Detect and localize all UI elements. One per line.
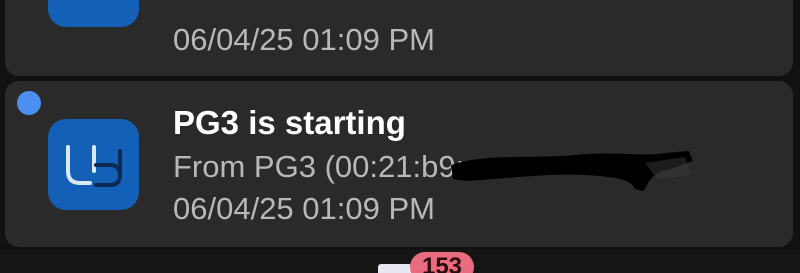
redaction-scribble <box>451 151 693 191</box>
notification-from-text: From PG3 (00:21:b9: <box>173 149 465 184</box>
ud-logo-icon <box>66 145 123 187</box>
ud-app-icon <box>48 119 139 210</box>
notification-title: PG3 is starting <box>173 104 406 141</box>
notification-screen: 06/04/25 01:09 PM PG3 is starting From P… <box>0 0 800 273</box>
unread-dot-icon <box>17 91 41 115</box>
notification-card[interactable]: 06/04/25 01:09 PM <box>5 0 793 76</box>
unread-count-badge: 153 <box>410 252 474 273</box>
ud-app-icon <box>48 0 139 27</box>
notification-timestamp: 06/04/25 01:09 PM <box>173 22 435 57</box>
notification-timestamp: 06/04/25 01:09 PM <box>173 191 435 226</box>
notification-card[interactable]: PG3 is starting From PG3 (00:21:b9:) 06/… <box>5 81 793 247</box>
inbox-icon[interactable] <box>378 264 412 273</box>
